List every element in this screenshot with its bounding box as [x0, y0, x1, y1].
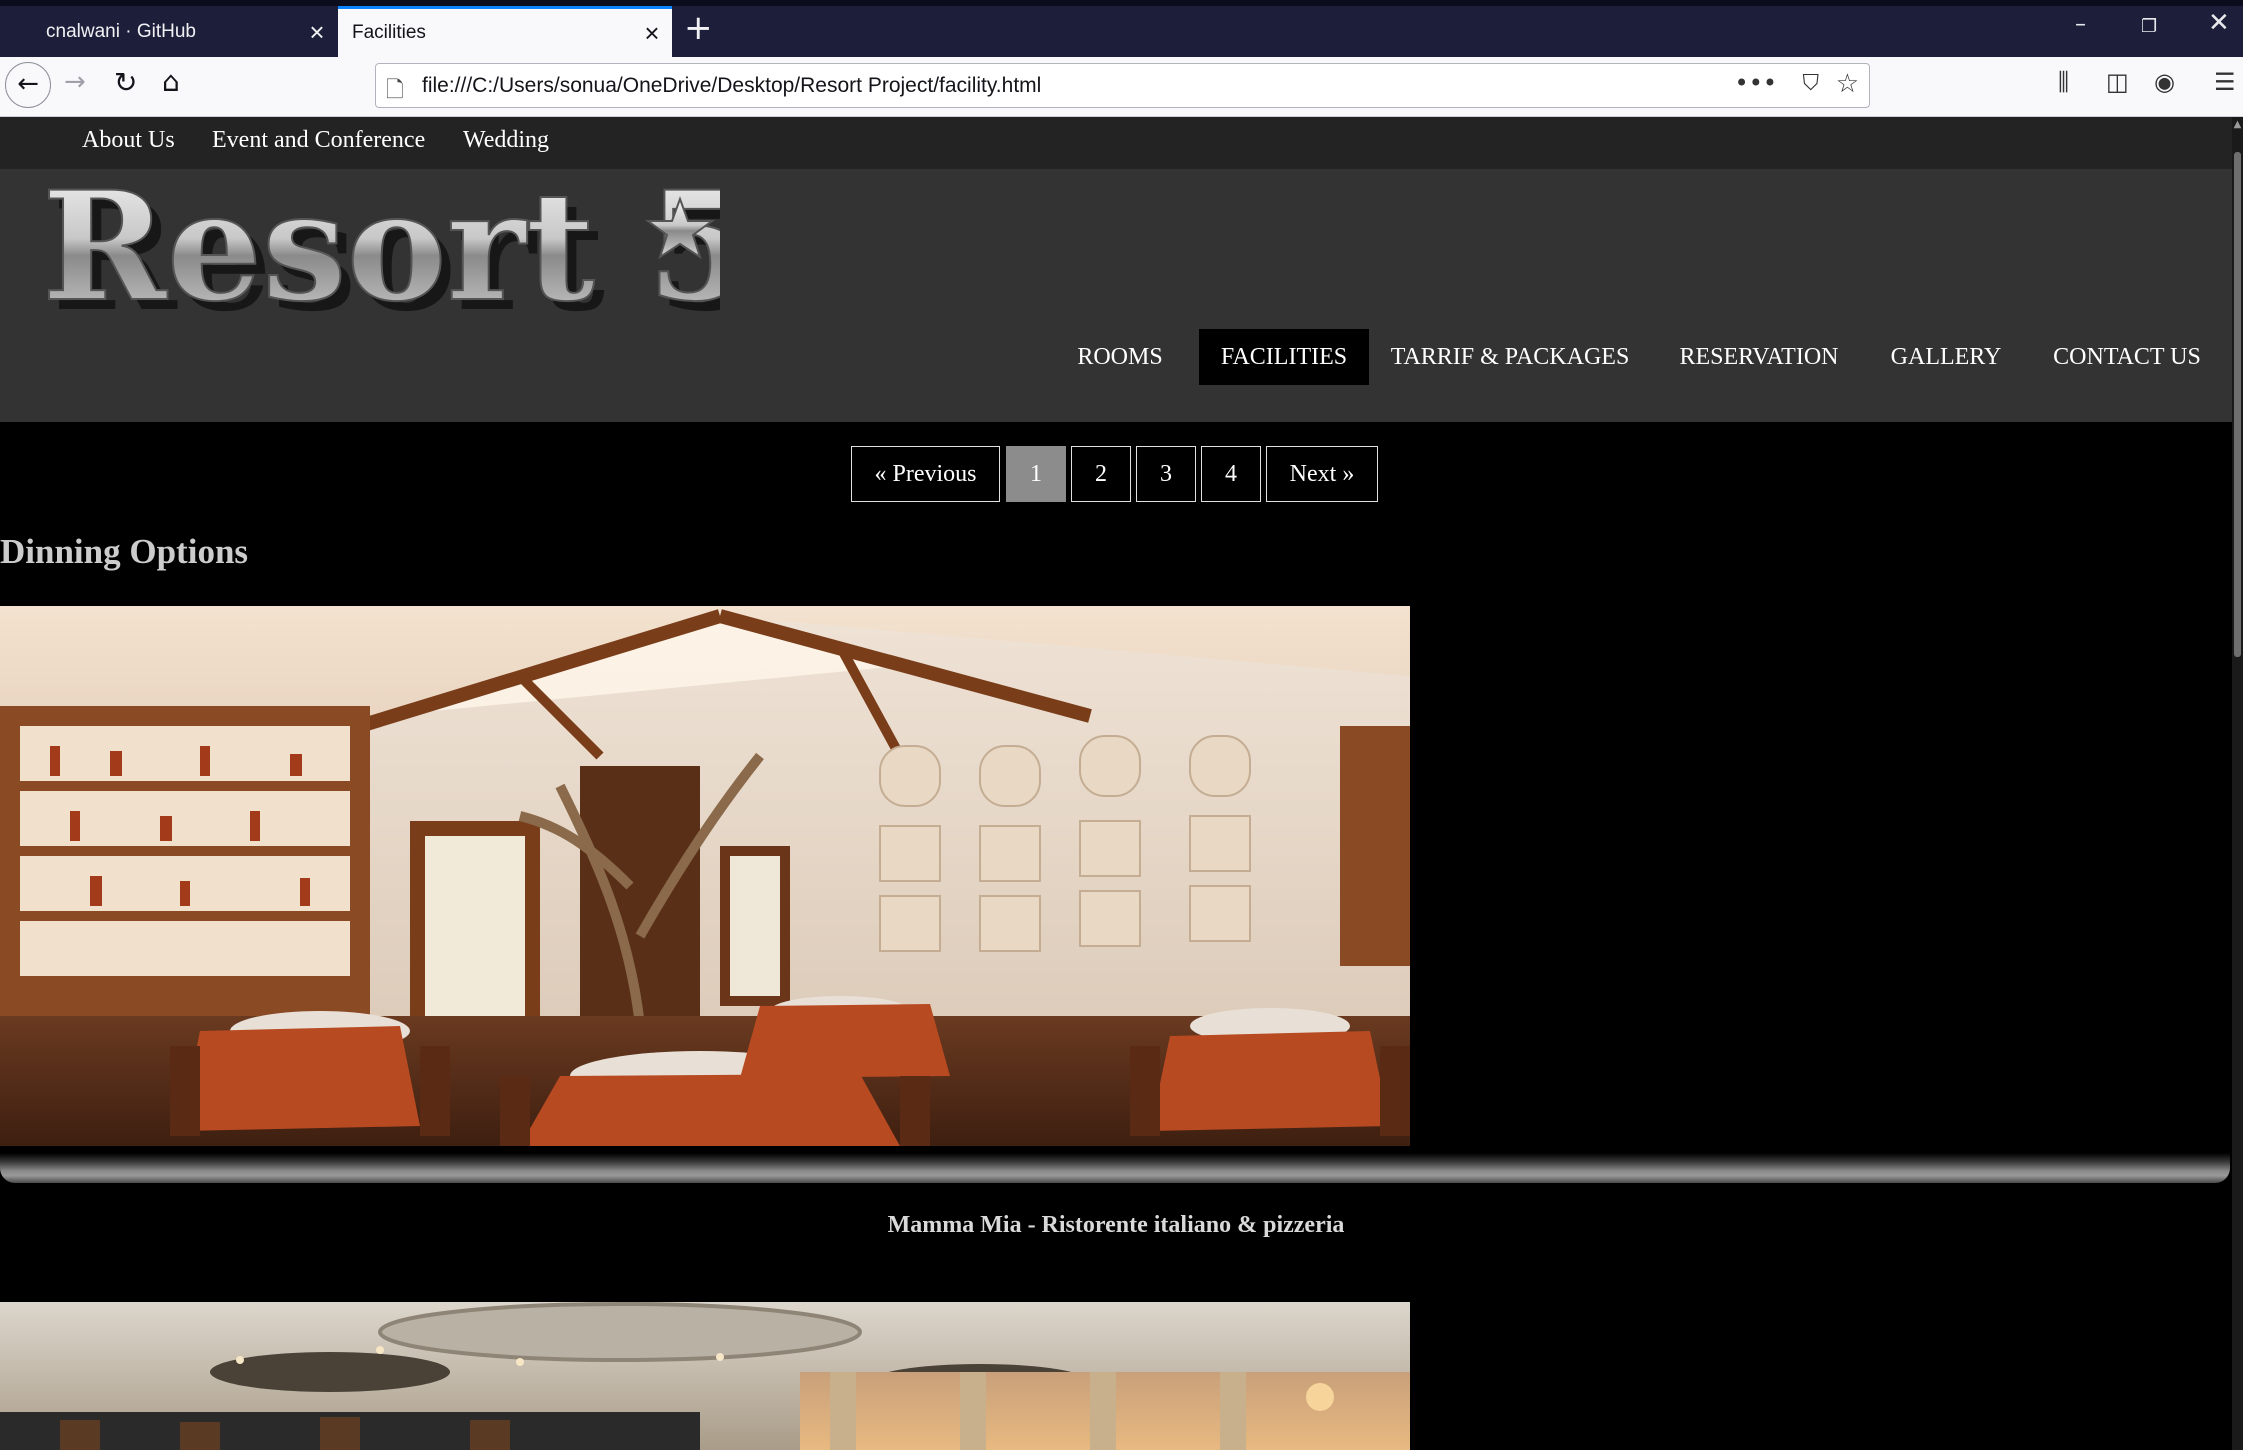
forward-arrow-icon[interactable]: →	[64, 67, 86, 97]
restaurant-photo-1	[0, 606, 1410, 1146]
nav-rooms[interactable]: ROOMS	[1062, 329, 1178, 385]
main-nav: ROOMS FACILITIES TARRIF & PACKAGES RESER…	[0, 329, 2232, 385]
event-conference-link[interactable]: Event and Conference	[212, 127, 425, 154]
back-arrow-icon[interactable]: ←	[5, 62, 51, 108]
close-icon[interactable]: ×	[297, 19, 337, 45]
pocket-icon[interactable]: ⛉	[1802, 71, 1819, 96]
account-icon[interactable]: ◉	[2154, 68, 2175, 96]
page-scrollbar[interactable]: ▲	[2232, 117, 2243, 1450]
page-1-button[interactable]: 1	[1006, 446, 1066, 502]
window-close-icon[interactable]: ✕	[2208, 8, 2230, 38]
about-us-link[interactable]: About Us	[82, 127, 175, 154]
next-page-button[interactable]: Next »	[1266, 446, 1378, 502]
home-icon[interactable]: ⌂	[162, 65, 180, 98]
nav-facilities[interactable]: FACILITIES	[1199, 329, 1369, 385]
reload-icon[interactable]: ↻	[114, 66, 137, 99]
restore-icon[interactable]: ❐	[2141, 16, 2157, 37]
pagination: « Previous 1 2 3 4 Next »	[0, 446, 2232, 506]
browser-tab-strip: cnalwani · GitHub × Facilities × + – ❐ ✕	[0, 0, 2243, 57]
page-icon: 🗋	[386, 78, 404, 103]
tab-title: cnalwani · GitHub	[46, 20, 196, 42]
new-tab-icon[interactable]: +	[684, 8, 713, 48]
divider-bar	[0, 1153, 2230, 1183]
nav-reservation[interactable]: RESERVATION	[1670, 329, 1848, 385]
browser-tab-github[interactable]: cnalwani · GitHub ×	[0, 6, 337, 57]
top-link-bar: About Us Event and Conference Wedding	[0, 117, 2232, 169]
nav-contact-us[interactable]: CONTACT US	[2044, 329, 2210, 385]
site-header: Resort 5 Resort 5 ROOMS FACILITIES TARRI…	[0, 169, 2232, 422]
scroll-up-icon[interactable]: ▲	[2232, 119, 2243, 130]
nav-tarrif-packages[interactable]: TARRIF & PACKAGES	[1384, 329, 1636, 385]
browser-tab-facilities[interactable]: Facilities ×	[338, 6, 672, 57]
minimize-icon[interactable]: –	[2075, 12, 2086, 37]
menu-icon[interactable]: ☰	[2214, 68, 2236, 96]
section-title: Dinning Options	[0, 532, 249, 571]
library-icon[interactable]: ⫼	[2058, 68, 2069, 96]
sidebar-icon[interactable]: ◫	[2106, 68, 2129, 96]
more-actions-icon[interactable]: •••	[1735, 69, 1777, 97]
close-icon[interactable]: ×	[632, 20, 672, 46]
resort-logo[interactable]: Resort 5 Resort 5	[40, 179, 720, 329]
restaurant-caption: Mamma Mia - Ristorente italiano & pizzer…	[887, 1212, 1345, 1238]
previous-page-button[interactable]: « Previous	[851, 446, 1000, 502]
page-2-button[interactable]: 2	[1071, 446, 1131, 502]
nav-gallery[interactable]: GALLERY	[1880, 329, 2012, 385]
tab-title: Facilities	[352, 22, 426, 43]
page-4-button[interactable]: 4	[1201, 446, 1261, 502]
url-bar[interactable]: 🗋 file:///C:/Users/sonua/OneDrive/Deskto…	[375, 63, 1870, 108]
scrollbar-thumb[interactable]	[2234, 152, 2241, 657]
url-text[interactable]: file:///C:/Users/sonua/OneDrive/Desktop/…	[422, 74, 1041, 98]
wedding-link[interactable]: Wedding	[463, 127, 549, 154]
browser-toolbar: ← → ↻ ⌂ 🗋 file:///C:/Users/sonua/OneDriv…	[0, 57, 2243, 117]
bookmark-star-icon[interactable]: ☆	[1836, 69, 1859, 99]
page-3-button[interactable]: 3	[1136, 446, 1196, 502]
restaurant-photo-2	[0, 1302, 1410, 1450]
logo-text: Resort 5	[42, 179, 720, 329]
